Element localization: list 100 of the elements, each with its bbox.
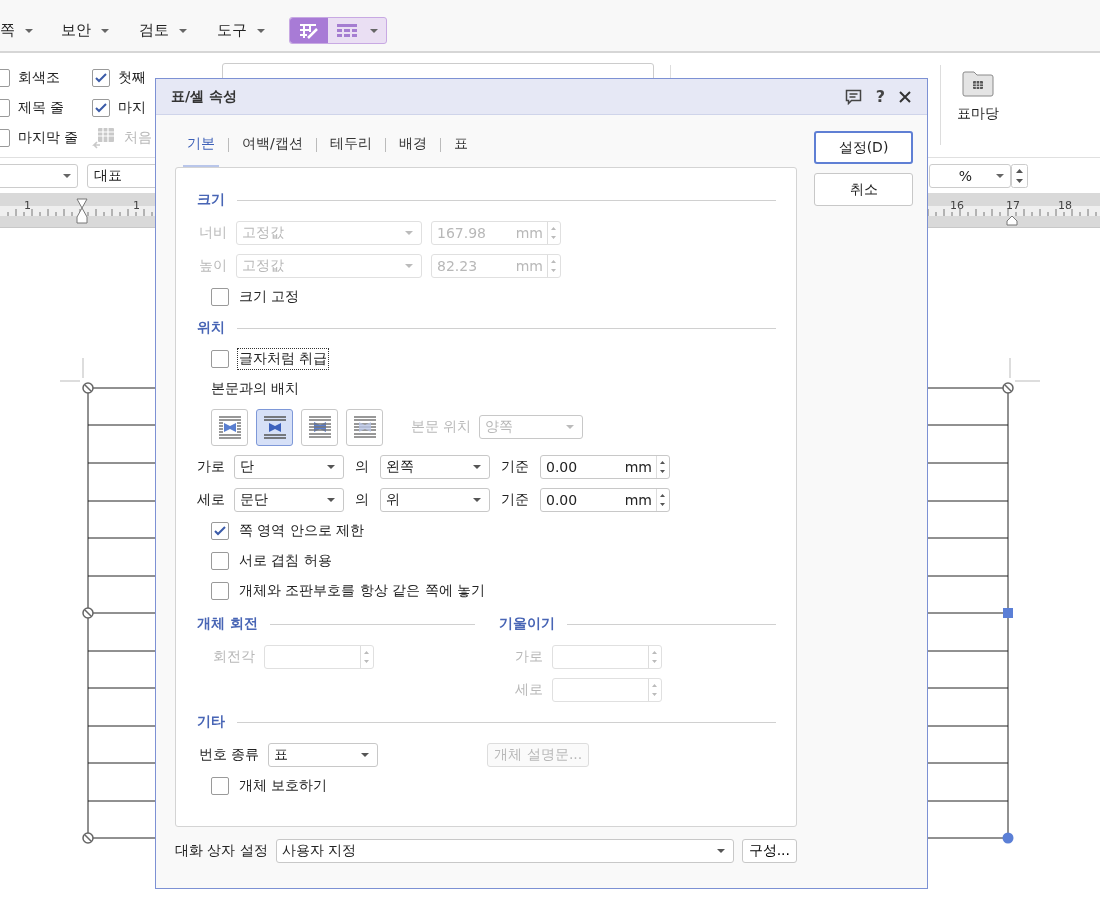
checkbox-label[interactable]: 서로 겹침 허용	[237, 550, 334, 572]
dropdown[interactable]: 문단	[234, 487, 344, 512]
ruler-number: 16	[950, 199, 964, 212]
number-field[interactable]: 0.00 mm	[540, 487, 670, 512]
dropdown[interactable]: 위	[380, 487, 490, 512]
resize-handle[interactable]	[1003, 608, 1013, 618]
configure-button[interactable]: 구성...	[741, 839, 797, 863]
checkbox-label[interactable]: 회색조	[18, 69, 60, 87]
section-heading: 크기	[197, 191, 225, 209]
field-label: 회전각	[212, 647, 255, 666]
field-label: 가로	[197, 457, 225, 476]
comment-icon[interactable]	[844, 88, 862, 105]
tab[interactable]: 배경	[394, 129, 431, 167]
unit-dropdown[interactable]: %	[929, 163, 1011, 188]
field-label: 대화 상자 설정	[175, 842, 268, 860]
checkbox-label[interactable]: 개체와 조판부호를 항상 같은 쪽에 놓기	[237, 580, 488, 602]
ruler-number: 17	[1006, 199, 1020, 212]
toolbar-toggle[interactable]	[290, 18, 328, 43]
field-label: 세로	[513, 680, 543, 699]
ruler-number: 1	[24, 199, 31, 212]
wrap-around-icon	[217, 415, 242, 439]
table-icon	[92, 127, 116, 149]
dialog-title: 표/셀 속성	[171, 87, 238, 106]
caret-icon[interactable]	[370, 28, 378, 33]
caret-icon	[327, 464, 335, 469]
menu-item[interactable]: 보안	[61, 21, 109, 40]
field-label: 가로	[513, 647, 543, 666]
checkbox-label[interactable]: 쪽 영역 안으로 제한	[237, 520, 367, 542]
checkbox-label[interactable]: 제목 줄	[18, 99, 65, 117]
checkbox[interactable]	[211, 777, 229, 795]
dropdown[interactable]: 표	[268, 742, 379, 767]
checkbox-label[interactable]: 개체 보호하기	[237, 775, 330, 797]
caret-icon	[405, 230, 413, 235]
caret-icon	[179, 28, 187, 33]
spinner-icon[interactable]	[1011, 163, 1028, 188]
indent-marker-icon[interactable]	[1006, 214, 1018, 226]
section-heading: 기울이기	[498, 615, 555, 633]
field-label: 기준	[500, 490, 530, 509]
number-field[interactable]	[551, 677, 662, 702]
gallery-button[interactable]: 표마당	[957, 71, 999, 123]
field-label: 의	[354, 457, 370, 476]
wrap-option-button[interactable]	[256, 408, 293, 446]
folder-icon	[962, 71, 994, 97]
wrap-option-button[interactable]	[301, 408, 338, 446]
checkbox-label[interactable]: 마지	[118, 99, 146, 117]
caret-icon	[566, 425, 575, 429]
caret-icon	[257, 28, 265, 33]
checkbox[interactable]	[211, 552, 229, 570]
dialog-button[interactable]: 취소	[814, 173, 913, 206]
checkbox-label[interactable]: 첫째	[118, 69, 146, 87]
resize-handle[interactable]	[1002, 382, 1014, 394]
resize-handle[interactable]	[1002, 832, 1014, 844]
tab[interactable]: 테두리	[325, 129, 376, 167]
checkbox[interactable]	[211, 522, 229, 540]
caret-icon	[473, 497, 481, 502]
checkbox[interactable]	[92, 69, 110, 87]
menu-item[interactable]: 쪽	[0, 21, 33, 40]
dialog-button[interactable]: 설정(D)	[814, 131, 913, 164]
dropdown[interactable]: 단	[234, 454, 344, 479]
caret-icon	[25, 28, 33, 33]
caret-icon	[63, 173, 71, 178]
checkbox-label[interactable]: 마지막 줄	[18, 129, 79, 147]
checkbox[interactable]	[211, 582, 229, 600]
ruler-number: 18	[1058, 199, 1072, 212]
tab[interactable]: 여백/캡션	[238, 129, 307, 167]
caret-icon	[473, 464, 481, 469]
close-icon[interactable]	[899, 90, 911, 103]
dropdown[interactable]: 왼쪽	[380, 454, 490, 479]
wrap-option-button[interactable]	[211, 408, 248, 446]
checkbox[interactable]	[211, 350, 229, 368]
caret-icon	[361, 752, 370, 757]
checkbox[interactable]	[92, 99, 110, 117]
group-label: 본문과의 배치	[210, 379, 301, 398]
resize-handle[interactable]	[82, 832, 94, 844]
resize-handle[interactable]	[82, 607, 94, 619]
caret-icon	[101, 28, 109, 33]
table-edit-icon	[299, 22, 319, 39]
front-of-text-icon	[352, 415, 377, 439]
dropdown[interactable]: 사용자 지정	[275, 839, 734, 863]
field-label: 번호 종류	[198, 745, 260, 764]
field-label: 높이	[198, 256, 227, 275]
ruler-number: 1	[133, 199, 140, 212]
number-field[interactable]: 0.00 mm	[540, 454, 670, 479]
indent-marker-icon[interactable]	[76, 198, 88, 224]
section-heading: 기타	[197, 713, 225, 731]
help-button[interactable]: ?	[875, 87, 885, 106]
field-label: 의	[354, 490, 370, 509]
field-label: 세로	[197, 490, 225, 509]
wrap-option-button[interactable]	[346, 408, 383, 446]
table-grid-icon	[337, 23, 357, 38]
caret-icon	[716, 849, 725, 853]
menu-item[interactable]: 도구	[217, 21, 265, 40]
resize-handle[interactable]	[82, 382, 94, 394]
behind-text-icon	[307, 415, 332, 439]
caret-icon	[327, 497, 335, 502]
field-label: 본문 위치	[411, 418, 472, 436]
checkbox-label[interactable]: 글자처럼 취급	[237, 348, 330, 370]
tab[interactable]: 표	[449, 129, 472, 167]
menu-item[interactable]: 검토	[139, 21, 187, 40]
caret-icon	[405, 263, 413, 268]
